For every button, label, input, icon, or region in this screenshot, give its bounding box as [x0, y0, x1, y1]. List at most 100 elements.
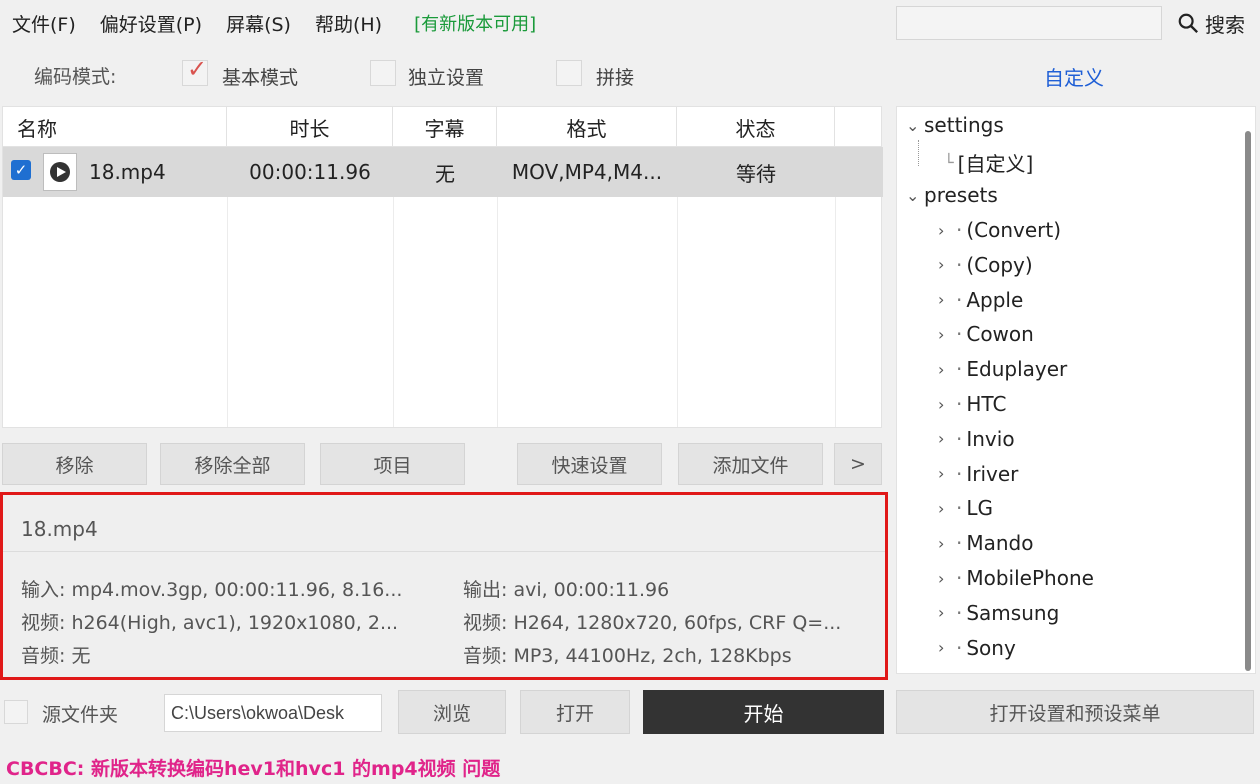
tree-node-label: Apple [966, 287, 1024, 312]
tree-node-label: Sony [966, 635, 1016, 660]
tree-node-label: Cowon [966, 322, 1034, 347]
tree-node-label: Iriver [966, 461, 1019, 486]
independent-settings-label: 独立设置 [408, 67, 485, 89]
add-file-button[interactable]: 添加文件 [678, 443, 823, 485]
join-label: 拼接 [596, 67, 635, 89]
join-checkbox[interactable] [556, 60, 582, 86]
column-header-name[interactable]: 名称 [3, 107, 227, 147]
tree-node-presets[interactable]: ⌄ presets [906, 183, 998, 207]
open-settings-button[interactable]: 打开设置和预设菜单 [896, 690, 1254, 734]
start-button[interactable]: 开始 [643, 690, 884, 734]
tree-node-label: HTC [966, 392, 1007, 416]
tree-node-preset[interactable]: › · Mando [938, 531, 1033, 555]
chevron-down-icon: ⌄ [906, 185, 920, 205]
output-path-input[interactable] [164, 694, 382, 732]
search-icon [1178, 13, 1199, 34]
info-filename: 18.mp4 [21, 517, 98, 541]
search-input[interactable] [896, 6, 1162, 40]
tree-node-preset[interactable]: › · Samsung [938, 601, 1059, 625]
independent-settings-checkbox[interactable] [370, 60, 396, 86]
browse-button[interactable]: 浏览 [398, 690, 506, 734]
tree-node-label: MobilePhone [966, 566, 1094, 590]
row-name: 18.mp4 [89, 160, 166, 184]
chevron-right-icon: › [938, 359, 945, 379]
divider [3, 551, 885, 552]
chevron-right-icon: › [938, 464, 945, 484]
custom-link[interactable]: 自定义 [1044, 62, 1104, 91]
search-button[interactable]: 搜索 [1166, 6, 1256, 40]
chevron-right-icon: › [938, 220, 945, 240]
tree-node-settings[interactable]: ⌄ settings [906, 113, 1004, 137]
tree-node-preset[interactable]: › · Eduplayer [938, 357, 1067, 381]
tree-node-preset[interactable]: › · (Convert) [938, 218, 1061, 242]
tree-node-preset[interactable]: › · Iriver [938, 462, 1018, 486]
tree-node-custom[interactable]: └ [自定义] [944, 148, 1033, 177]
quick-settings-button[interactable]: 快速设置 [517, 443, 662, 485]
row-duration: 00:00:11.96 [249, 160, 371, 184]
tree-node-label: Eduplayer [966, 357, 1068, 382]
tree-guide [918, 140, 919, 166]
menu-bar: 文件(F) 偏好设置(P) 屏幕(S) 帮助(H) [有新版本可用] [0, 0, 893, 46]
info-output-video: 视频: H264, 1280x720, 60fps, CRF Q=... [463, 612, 842, 634]
info-input-video: 视频: h264(High, avc1), 1920x1080, 2... [21, 612, 399, 634]
row-status: 等待 [736, 161, 776, 186]
video-file-icon [43, 153, 77, 191]
search-label: 搜索 [1205, 12, 1245, 37]
tree-node-label: Samsung [966, 600, 1060, 625]
chevron-right-icon: › [938, 255, 945, 275]
menu-file[interactable]: 文件(F) [0, 10, 88, 37]
source-folder-checkbox[interactable] [4, 700, 28, 724]
tree-node-preset[interactable]: › · LG [938, 496, 993, 520]
tree-node-preset[interactable]: › · Cowon [938, 322, 1034, 346]
menu-preferences[interactable]: 偏好设置(P) [88, 10, 214, 37]
tree-node-preset[interactable]: › · Sony [938, 636, 1016, 660]
chevron-right-icon: › [938, 290, 945, 310]
column-header-duration[interactable]: 时长 [227, 107, 393, 147]
remove-all-button[interactable]: 移除全部 [160, 443, 305, 485]
chevron-right-icon: › [938, 568, 945, 588]
chevron-right-icon: › [938, 638, 945, 658]
file-info-panel: 18.mp4 输入: mp4.mov.3gp, 00:00:11.96, 8.1… [0, 492, 888, 680]
table-row[interactable]: ✓ 18.mp4 00:00:11.96 无 MOV,MP4,M4... 等待 [3, 147, 883, 197]
info-input-audio: 音频: 无 [21, 645, 91, 667]
tree-node-label: Mando [966, 531, 1034, 556]
tree-node-preset[interactable]: › · MobilePhone [938, 566, 1094, 590]
tree-node-label: (Convert) [966, 218, 1062, 242]
column-header-status[interactable]: 状态 [677, 107, 835, 147]
chevron-right-icon: › [938, 603, 945, 623]
file-table: 名称 时长 字幕 格式 状态 ✓ 18.mp4 00:00:11.96 无 MO… [2, 106, 883, 428]
chevron-right-icon: › [938, 394, 945, 414]
update-available-link[interactable]: [有新版本可用] [402, 10, 548, 36]
row-checkbox[interactable]: ✓ [11, 160, 31, 180]
tree-node-preset[interactable]: › · Invio [938, 427, 1015, 451]
chevron-right-icon: › [938, 498, 945, 518]
info-input: 输入: mp4.mov.3gp, 00:00:11.96, 8.16... [21, 579, 403, 601]
info-output-audio: 音频: MP3, 44100Hz, 2ch, 128Kbps [463, 645, 792, 667]
item-button[interactable]: 项目 [320, 443, 465, 485]
chevron-right-icon: › [938, 533, 945, 553]
scrollbar[interactable] [1245, 131, 1251, 671]
tree-node-label: LG [966, 496, 993, 521]
chevron-right-icon: › [938, 429, 945, 449]
column-header-format[interactable]: 格式 [497, 107, 677, 147]
remove-button[interactable]: 移除 [2, 443, 147, 485]
source-folder-label: 源文件夹 [42, 704, 119, 726]
column-header-subtitle[interactable]: 字幕 [393, 107, 497, 147]
row-format: MOV,MP4,M4... [511, 160, 663, 184]
status-message: CBCBC: 新版本转换编码hev1和hvc1 的mp4视频 问题 [6, 758, 501, 780]
basic-mode-checkbox[interactable]: ✓ [182, 55, 208, 86]
encode-mode-label: 编码模式: [34, 65, 117, 88]
tree-node-label: Invio [966, 426, 1015, 451]
open-button[interactable]: 打开 [520, 690, 630, 734]
more-button[interactable]: > [834, 443, 882, 485]
tree-node-label: (Copy) [966, 252, 1033, 277]
row-subtitle: 无 [435, 161, 455, 186]
tree-node-preset[interactable]: › · HTC [938, 392, 1006, 416]
tree-node-preset[interactable]: › · (Copy) [938, 253, 1033, 277]
menu-help[interactable]: 帮助(H) [303, 10, 394, 37]
chevron-right-icon: › [938, 324, 945, 344]
menu-screen[interactable]: 屏幕(S) [214, 10, 303, 37]
table-header: 名称 时长 字幕 格式 状态 [3, 107, 881, 147]
tree-node-preset[interactable]: › · Apple [938, 288, 1023, 312]
basic-mode-label: 基本模式 [222, 67, 299, 89]
